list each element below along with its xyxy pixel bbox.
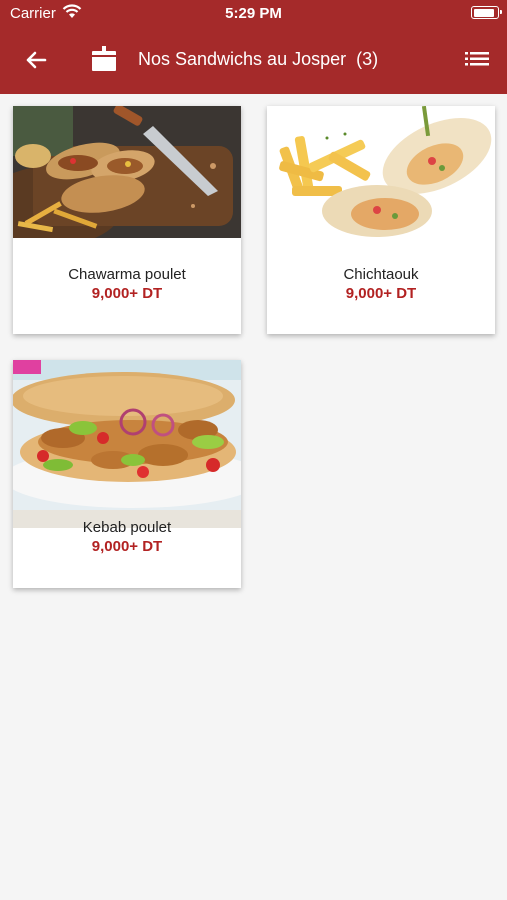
product-image-chichtaouk — [267, 106, 495, 238]
product-price: 9,000+ DT — [91, 538, 163, 555]
arrow-left-icon[interactable] — [24, 48, 48, 72]
battery-icon — [471, 6, 502, 19]
product-card-chichtaouk[interactable]: Chichtaouk 9,000+ DT — [267, 106, 495, 334]
app-header: Carrier 5:29 PM Nos Sandwichs au Josper (… — [0, 0, 507, 94]
product-name: Chawarma poulet — [68, 266, 186, 283]
product-price: 9,000+ DT — [91, 285, 163, 302]
product-image-chawarma — [13, 106, 241, 238]
product-name: Kebab poulet — [82, 519, 172, 536]
product-card-kebab[interactable]: Kebab poulet 9,000+ DT — [13, 360, 241, 588]
product-name: Chichtaouk — [343, 266, 419, 283]
product-price: 9,000+ DT — [345, 285, 417, 302]
page-title-text: Nos Sandwichs au Josper — [138, 49, 347, 69]
status-bar: Carrier 5:29 PM — [0, 0, 507, 28]
product-card-chawarma[interactable]: Chawarma poulet 9,000+ DT — [13, 106, 241, 334]
list-menu-icon[interactable] — [465, 49, 489, 69]
nav-bar: Nos Sandwichs au Josper (3) — [0, 28, 507, 94]
page-title: Nos Sandwichs au Josper (3) — [138, 49, 378, 70]
status-time: 5:29 PM — [225, 5, 282, 22]
box-icon — [92, 46, 116, 71]
product-image-kebab — [13, 360, 241, 528]
item-count: (3) — [356, 49, 379, 69]
